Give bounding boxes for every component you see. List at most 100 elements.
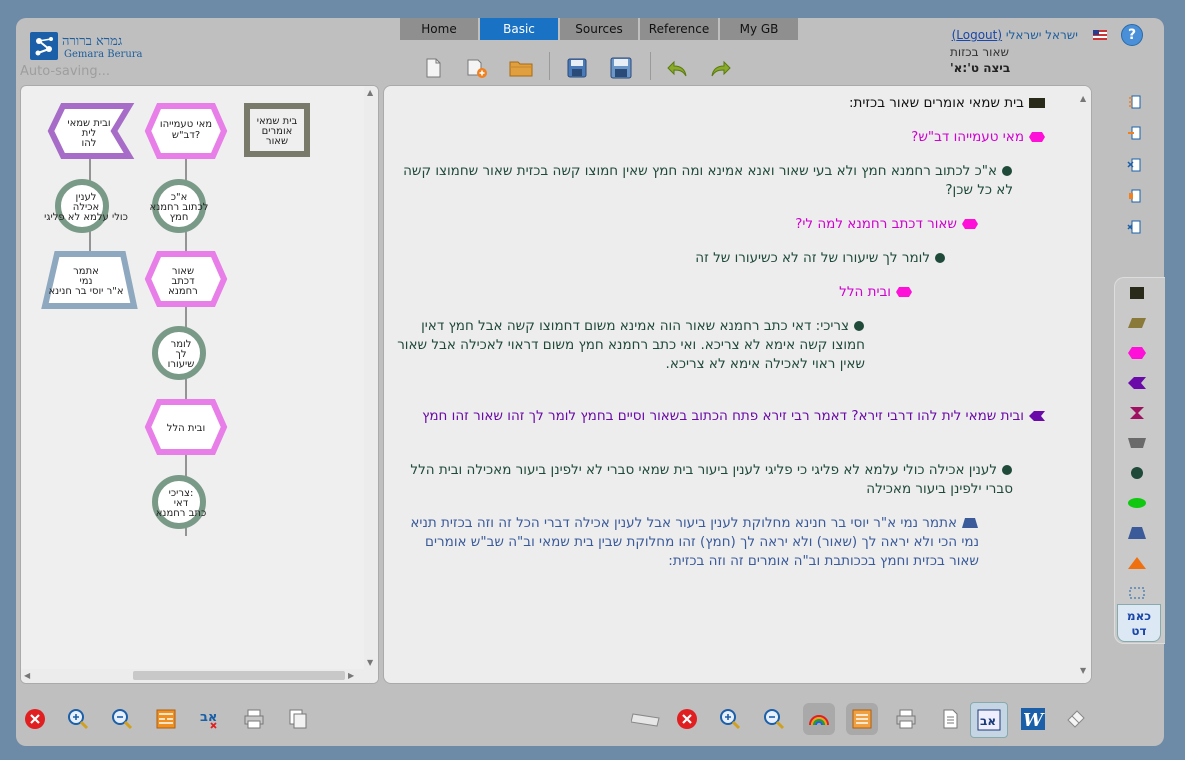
save-as-icon[interactable] xyxy=(609,56,633,80)
logo-text-he: גמרא ברורה xyxy=(62,34,123,49)
diagram-node[interactable]: מאי טעמייהו דב"ש? xyxy=(144,103,228,159)
scroll-right-arrow[interactable]: ▶ xyxy=(348,671,354,680)
hourglass-shape-icon[interactable] xyxy=(1127,405,1147,419)
delete-entry-icon[interactable] xyxy=(1126,156,1144,174)
language-flag-icon[interactable] xyxy=(1093,30,1107,40)
zoom-out-icon[interactable] xyxy=(762,707,786,731)
eraser-icon[interactable] xyxy=(1064,707,1088,731)
redo-icon[interactable] xyxy=(709,56,733,80)
scroll-up-arrow[interactable]: ▲ xyxy=(1080,94,1086,103)
close-icon[interactable] xyxy=(675,707,699,731)
node-label: מאי טעמייהו xyxy=(160,119,212,130)
triangle-shape-icon[interactable] xyxy=(1127,555,1147,569)
trapezoid-shape-icon[interactable] xyxy=(1127,525,1147,539)
arrow-shape-icon[interactable] xyxy=(1127,375,1147,389)
entry-row[interactable]: ובית שמאי לית להו דרבי זירא? דאמר רבי זי… xyxy=(396,407,1046,426)
tab-reference[interactable]: Reference xyxy=(640,18,718,40)
flowchart[interactable]: בית שמאי אומרים שאור מאי טעמייהו דב"ש? ו… xyxy=(21,86,364,669)
entry-row[interactable]: ובית הלל xyxy=(393,283,913,302)
entry-text: ובית שמאי לית להו דרבי זירא? דאמר רבי זי… xyxy=(422,408,1024,424)
diagram-node[interactable]: שאור דכתב רחמנא xyxy=(144,251,228,307)
diagram-node[interactable]: בית שמאי אומרים שאור xyxy=(244,103,310,157)
node-label: שאור xyxy=(266,136,288,147)
document-export-icon[interactable] xyxy=(938,707,962,731)
diagram-node[interactable]: צריכי: דאי כתב רחמנא xyxy=(152,475,206,529)
entry-text: שאור דכתב רחמנא למה לי? xyxy=(795,216,957,232)
hebrew-toggle-icon[interactable]: אב xyxy=(970,702,1008,738)
diagram-node[interactable]: לומר לך שיעורו xyxy=(152,326,206,380)
new-document-icon[interactable] xyxy=(421,56,445,80)
parallelogram-shape-icon[interactable] xyxy=(1127,315,1147,329)
diagram-vertical-scrollbar[interactable]: ▲ ▼ xyxy=(364,86,378,683)
print-icon[interactable] xyxy=(242,707,266,731)
print-icon[interactable] xyxy=(894,707,918,731)
insert-entry-icon[interactable] xyxy=(1126,124,1144,142)
entry-row[interactable]: בית שמאי אומרים שאור בכזית: xyxy=(406,94,1046,113)
word-export-icon[interactable]: W xyxy=(1020,707,1046,731)
color-rainbow-icon[interactable] xyxy=(803,703,835,735)
circle-shape-icon[interactable] xyxy=(1127,465,1147,479)
remove-entry-icon[interactable] xyxy=(1126,218,1144,236)
entry-row[interactable]: א"כ לכתוב רחמנא חמץ ולא בעי שאור ואנא אמ… xyxy=(393,162,1013,200)
oval-shape-icon[interactable] xyxy=(1127,495,1147,509)
zoom-in-icon[interactable] xyxy=(66,707,90,731)
logo-icon xyxy=(30,32,58,60)
bucket-shape-icon[interactable] xyxy=(1127,435,1147,449)
circle-bullet-icon xyxy=(854,321,864,331)
move-entry-icon[interactable] xyxy=(1126,187,1144,205)
logout-link[interactable]: (Logout) xyxy=(952,28,1002,42)
node-label: דב"ש? xyxy=(172,130,200,141)
text-panel[interactable]: בית שמאי אומרים שאור בכזית: מאי טעמייהו … xyxy=(383,85,1092,684)
diagram-horizontal-scrollbar[interactable]: ◀ ▶ xyxy=(21,669,378,683)
help-icon[interactable]: ? xyxy=(1121,24,1143,46)
save-icon[interactable] xyxy=(565,56,589,80)
tab-home[interactable]: Home xyxy=(400,18,478,40)
entry-row[interactable]: שאור דכתב רחמנא למה לי? xyxy=(399,215,979,234)
copy-pages-icon[interactable] xyxy=(286,707,310,731)
layout-icon[interactable] xyxy=(154,707,178,731)
diagram-node[interactable]: אתמר נמי א"ר יוסי בר חנינא xyxy=(41,251,138,309)
tab-my-gb[interactable]: My GB xyxy=(720,18,798,40)
diagram-node[interactable]: לענין אכילה כולי עלמא לא פליגי xyxy=(44,179,128,233)
node-label: חמץ xyxy=(170,212,189,223)
node-label: רחמנא xyxy=(168,286,198,297)
trapezoid-bullet-icon xyxy=(962,518,978,528)
autosave-status: Auto-saving... xyxy=(20,64,111,79)
align-right-icon[interactable] xyxy=(1126,93,1144,111)
close-icon[interactable] xyxy=(23,707,47,731)
entry-row[interactable]: מאי טעמייהו דב"ש? xyxy=(406,128,1046,147)
kamut-label[interactable]: כאמ דט xyxy=(1117,604,1161,642)
tab-sources[interactable]: Sources xyxy=(560,18,638,40)
zoom-out-icon[interactable] xyxy=(110,707,134,731)
diagram-node[interactable]: א"כ לכתוב רחמנא חמץ xyxy=(150,179,209,233)
entry-row[interactable]: לענין אכילה כולי עלמא לא פליגי כי פליגי … xyxy=(393,461,1013,499)
node-label: כולי עלמא לא פליגי xyxy=(44,212,128,223)
scroll-thumb[interactable] xyxy=(133,671,345,680)
undo-icon[interactable] xyxy=(665,56,689,80)
node-label: כתב רחמנא xyxy=(156,508,206,519)
circle-bullet-icon xyxy=(1002,166,1012,176)
diagram-node[interactable]: ובית שמאי לית להו xyxy=(47,103,135,159)
logo[interactable]: גמרא ברורה Gemara Berura xyxy=(30,32,143,64)
notes-icon[interactable] xyxy=(846,703,878,735)
svg-text:W: W xyxy=(1023,710,1045,731)
open-folder-icon[interactable] xyxy=(509,56,533,80)
scroll-up-arrow[interactable]: ▲ xyxy=(367,88,373,97)
square-shape-icon[interactable] xyxy=(1127,285,1147,299)
diagram-panel[interactable]: בית שמאי אומרים שאור מאי טעמייהו דב"ש? ו… xyxy=(20,85,379,684)
scroll-down-arrow[interactable]: ▼ xyxy=(367,658,373,667)
new-from-template-icon[interactable] xyxy=(465,56,489,80)
entry-row[interactable]: לומר לך שיעורו של זה לא כשיעורו של זה xyxy=(396,249,946,268)
hebrew-remove-icon[interactable]: אב xyxy=(198,707,222,731)
empty-shape-icon[interactable] xyxy=(1127,585,1147,599)
tab-basic[interactable]: Basic xyxy=(480,18,558,40)
zoom-in-icon[interactable] xyxy=(718,707,742,731)
scroll-down-arrow[interactable]: ▼ xyxy=(1080,666,1086,675)
keyboard-icon[interactable] xyxy=(631,707,661,731)
text-vertical-scrollbar[interactable]: ▲ ▼ xyxy=(1077,86,1091,683)
entry-row[interactable]: אתמר נמי א"ר יוסי בר חנינא מחלוקת לענין … xyxy=(395,514,979,571)
entry-row[interactable]: צריכי: דאי כתב רחמנא שאור הוה אמינא משום… xyxy=(397,317,865,374)
scroll-left-arrow[interactable]: ◀ xyxy=(24,671,30,680)
hexagon-shape-icon[interactable] xyxy=(1127,345,1147,359)
diagram-node[interactable]: ובית הלל xyxy=(144,399,228,455)
